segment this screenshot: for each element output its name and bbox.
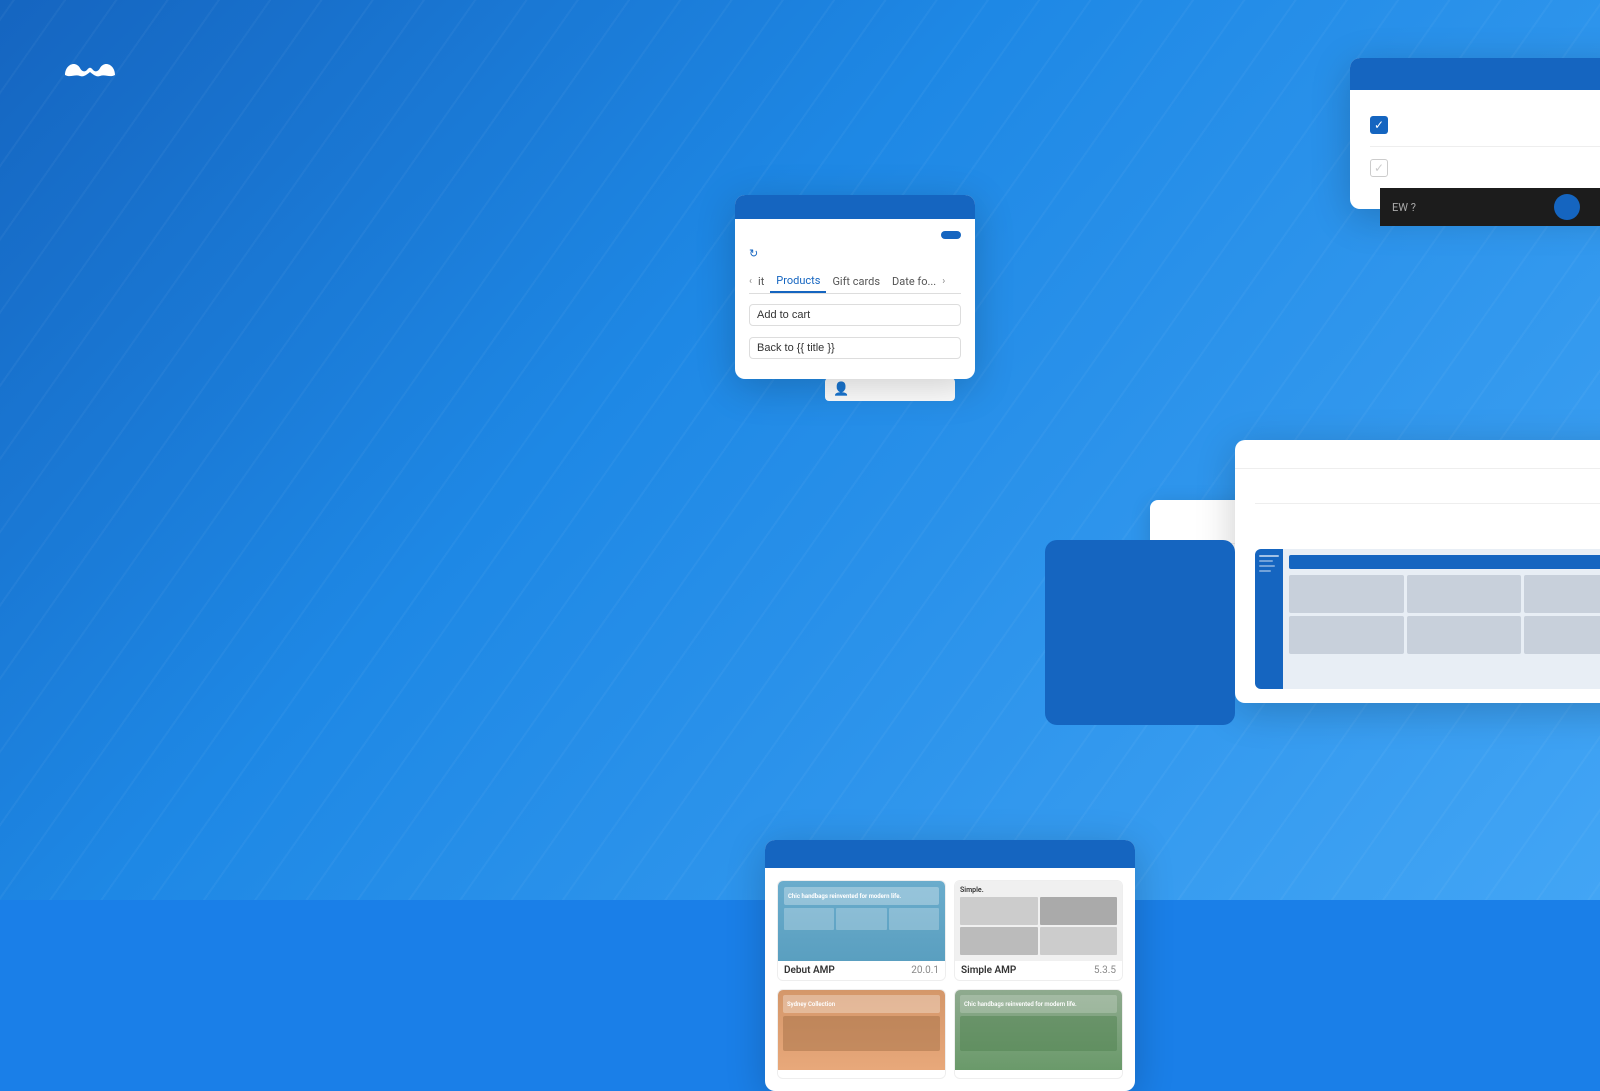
sidebar-account[interactable]: 👤 (825, 378, 955, 401)
logo-area (60, 50, 590, 96)
theme4-thumb: Chic handbags reinvented for modern life… (955, 990, 1122, 1070)
change-theme-language[interactable]: ↻ (749, 247, 961, 260)
theme-item-4[interactable]: Chic handbags reinvented for modern life… (954, 989, 1123, 1079)
shopify-nav-bar: EW ? (1380, 188, 1600, 226)
nav-ew-text: EW ? (1392, 201, 1416, 214)
divider (1370, 146, 1600, 147)
theme-preview-debut: All products Chic bag modern life limite… (1255, 549, 1600, 689)
theme3-thumb: Sydney Collection (778, 990, 945, 1070)
tab-date-for[interactable]: Date fo... (886, 271, 942, 292)
debut-name: Debut AMP (784, 965, 835, 976)
tab-arrow-right[interactable]: › (942, 276, 945, 287)
debut-version: 20.0.1 (911, 965, 939, 976)
account-icon: 👤 (833, 382, 849, 397)
debut-thumb: Chic handbags reinvented for modern life… (778, 881, 945, 961)
card-keep-amp: ✓ ✓ (1350, 58, 1600, 209)
card-theme-explorer: Chic handbags reinvented for modern life… (765, 840, 1135, 1091)
theme-item-3[interactable]: Sydney Collection (777, 989, 946, 1079)
tab-products[interactable]: Products (770, 270, 826, 293)
card-amp-themes: ▾ (1235, 440, 1600, 703)
language-tabs: ‹ it Products Gift cards Date fo... › (749, 270, 961, 294)
theme-item-debut[interactable]: Chic handbags reinvented for modern life… (777, 880, 946, 981)
user-avatar[interactable] (1554, 194, 1580, 220)
lang-editor-header (735, 195, 975, 219)
simple-thumb: Simple. (955, 881, 1122, 961)
card-language-editor: ↻ ‹ it Products Gift cards Date fo... › (735, 195, 975, 379)
simple-name: Simple AMP (961, 965, 1016, 976)
mustache-icon (60, 50, 120, 96)
theme-grid: Chic handbags reinvented for modern life… (777, 880, 1123, 1079)
theme-explorer-header (765, 840, 1135, 868)
tab-it[interactable]: it (752, 271, 770, 292)
back-to-collection-input[interactable] (749, 337, 961, 359)
theme-item-simple[interactable]: Simple. Simple AMP 5.3.5 (954, 880, 1123, 981)
left-panel (0, 0, 650, 900)
add-to-cart-input[interactable] (749, 304, 961, 326)
tab-gift-cards[interactable]: Gift cards (826, 271, 886, 292)
simple-version: 5.3.5 (1094, 965, 1116, 976)
collections-check[interactable]: ✓ (1370, 159, 1388, 177)
products-check[interactable]: ✓ (1370, 116, 1388, 134)
keep-amp-header (1350, 58, 1600, 90)
amp-score-badge (1045, 540, 1235, 725)
save-button[interactable] (941, 231, 961, 239)
